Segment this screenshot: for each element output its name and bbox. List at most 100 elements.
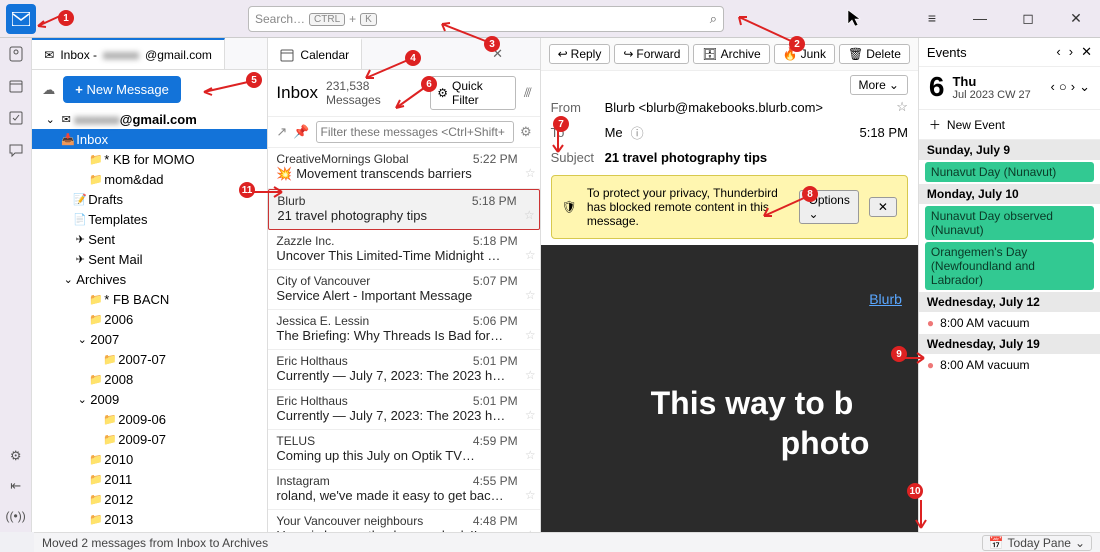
spaces-toolbar: ⚙ ⇤ ((•))	[0, 38, 32, 532]
tasks-icon[interactable]	[6, 108, 26, 128]
folder-2006[interactable]: 📁2006	[32, 309, 267, 329]
calendar-icon[interactable]	[6, 76, 26, 96]
contact-icon[interactable]: ⓘ	[631, 123, 644, 142]
date-today-icon[interactable]: ○	[1059, 79, 1067, 95]
archive-button[interactable]: 🗄 Archive	[693, 44, 769, 64]
folder-templates[interactable]: 📄Templates	[32, 209, 267, 229]
hamburger-icon[interactable]: ≡	[912, 4, 952, 32]
message-row[interactable]: TELUSComing up this July on Optik TV…4:5…	[268, 430, 539, 470]
event-item[interactable]: Orangemen's Day (Newfoundland and Labrad…	[925, 242, 1094, 290]
star-icon[interactable]: ☆	[525, 166, 536, 180]
star-icon[interactable]: ☆	[525, 448, 536, 462]
filter-settings-icon[interactable]: ⚙	[520, 124, 532, 140]
folder-2007-07[interactable]: 📁2007-07	[32, 349, 267, 369]
pin-icon[interactable]: 📌	[293, 124, 309, 140]
star-icon[interactable]: ☆	[525, 248, 536, 262]
display-options-icon[interactable]: ⫻	[524, 85, 532, 101]
folder-2009-07[interactable]: 📁2009-07	[32, 429, 267, 449]
date-expand-icon[interactable]: ⌄	[1079, 79, 1090, 95]
calendar-tab[interactable]: Calendar	[268, 38, 362, 69]
global-search[interactable]: Search… CTRL + K ⌕	[248, 6, 724, 32]
settings-icon[interactable]: ⚙	[6, 446, 26, 466]
event-item[interactable]: ● 8:00 AM vacuum	[919, 354, 1100, 376]
message-list[interactable]: CreativeMornings Global💥 Movement transc…	[268, 148, 539, 532]
folder-2007[interactable]: ⌄2007	[32, 329, 267, 349]
inbox-tab[interactable]: ✉ Inbox - xxxxxx @gmail.com	[32, 38, 225, 69]
star-icon[interactable]: ☆	[524, 208, 535, 222]
star-icon[interactable]: ☆	[525, 368, 536, 382]
today-pane-button[interactable]: 📅 Today Pane ⌄	[982, 535, 1092, 551]
search-icon[interactable]: ⌕	[710, 11, 717, 27]
star-icon[interactable]: ☆	[896, 99, 908, 115]
message-row[interactable]: CreativeMornings Global💥 Movement transc…	[268, 148, 539, 189]
star-icon[interactable]: ☆	[525, 288, 536, 302]
folder-2011[interactable]: 📁2011	[32, 469, 267, 489]
msg-time: 5:18 PM	[859, 125, 907, 140]
chevron-down-icon: ⌄	[1075, 536, 1085, 550]
message-row[interactable]: Eric HolthausCurrently — July 7, 2023: T…	[268, 350, 539, 390]
message-row[interactable]: Blurb21 travel photography tips5:18 PM☆	[268, 189, 539, 230]
body-heading-1: This way to b	[651, 385, 854, 422]
addressbook-icon[interactable]	[6, 44, 26, 64]
maximize-button[interactable]: ◻	[1008, 4, 1048, 32]
plus-icon: ＋	[929, 116, 941, 133]
filter-input[interactable]	[316, 121, 514, 143]
pickup-icon[interactable]: ↗	[276, 124, 287, 140]
new-message-button[interactable]: + New Message	[63, 76, 181, 103]
forward-button[interactable]: ↪ Forward	[614, 44, 689, 64]
star-icon[interactable]: ☆	[525, 328, 536, 342]
star-icon[interactable]: ☆	[525, 488, 536, 502]
date-prev-icon[interactable]: ‹	[1051, 79, 1055, 95]
folder-2010[interactable]: 📁2010	[32, 449, 267, 469]
app-mail-icon[interactable]	[6, 4, 36, 34]
reply-button[interactable]: ↩ Reply	[549, 44, 611, 64]
folder-inbox[interactable]: 📥Inbox	[32, 129, 267, 149]
chat-icon[interactable]	[6, 140, 26, 160]
collapse-icon[interactable]: ⇤	[6, 476, 26, 496]
folder--kb-for-momo[interactable]: 📁* KB for MOMO	[32, 149, 267, 169]
folder-2013[interactable]: 📁2013	[32, 509, 267, 529]
event-item[interactable]: Nunavut Day observed (Nunavut)	[925, 206, 1094, 240]
delete-button[interactable]: 🗑 Delete	[839, 44, 910, 64]
folder--fb-bacn[interactable]: 📁* FB BACN	[32, 289, 267, 309]
minimize-button[interactable]: —	[960, 4, 1000, 32]
event-item[interactable]: Nunavut Day (Nunavut)	[925, 162, 1094, 182]
folder-2009[interactable]: ⌄2009	[32, 389, 267, 409]
message-row[interactable]: Instagramroland, we've made it easy to g…	[268, 470, 539, 510]
folder-mom-dad[interactable]: 📁mom&dad	[32, 169, 267, 189]
event-day-header: Wednesday, July 12	[919, 292, 1100, 312]
quick-filter-button[interactable]: ⚙ Quick Filter	[430, 76, 516, 110]
folder-archives[interactable]: ⌄Archives	[32, 269, 267, 289]
from-value: Blurb <blurb@makebooks.blurb.com>	[605, 100, 823, 115]
message-row[interactable]: City of VancouverService Alert - Importa…	[268, 270, 539, 310]
folder-sent-mail[interactable]: ✈Sent Mail	[32, 249, 267, 269]
privacy-close-button[interactable]: ✕	[869, 197, 897, 217]
event-item[interactable]: ● 8:00 AM vacuum	[919, 312, 1100, 334]
events-prev-icon[interactable]: ‹	[1056, 44, 1060, 60]
folder-drafts[interactable]: 📝Drafts	[32, 189, 267, 209]
get-messages-icon[interactable]: ☁	[42, 82, 55, 98]
message-row[interactable]: Jessica E. LessinThe Briefing: Why Threa…	[268, 310, 539, 350]
folder-2008[interactable]: 📁2008	[32, 369, 267, 389]
events-list: Sunday, July 9Nunavut Day (Nunavut)Monda…	[919, 140, 1100, 376]
more-button[interactable]: More ⌄	[850, 75, 908, 95]
close-button[interactable]: ✕	[1056, 4, 1096, 32]
account-row[interactable]: ⌄ ✉ xxxxxxx @gmail.com	[32, 109, 267, 129]
body-heading-2: photo	[781, 425, 870, 462]
events-close-icon[interactable]: ✕	[1081, 44, 1092, 60]
folder-tree[interactable]: ⌄ ✉ xxxxxxx @gmail.com 📥Inbox📁* KB for M…	[32, 109, 267, 532]
blurb-link[interactable]: Blurb	[869, 291, 902, 307]
folder-sent[interactable]: ✈Sent	[32, 229, 267, 249]
message-row[interactable]: Zazzle Inc.Uncover This Limited-Time Mid…	[268, 230, 539, 270]
message-row[interactable]: Eric HolthausCurrently — July 7, 2023: T…	[268, 390, 539, 430]
message-row[interactable]: Your Vancouver neighboursHope is home - …	[268, 510, 539, 532]
folder-2009-06[interactable]: 📁2009-06	[32, 409, 267, 429]
date-next-icon[interactable]: ›	[1071, 79, 1075, 95]
events-next-icon[interactable]: ›	[1069, 44, 1073, 60]
account-icon: ✉	[58, 113, 74, 126]
sync-icon[interactable]: ((•))	[6, 506, 26, 526]
new-event-button[interactable]: ＋ New Event	[919, 110, 1100, 140]
star-icon[interactable]: ☆	[525, 408, 536, 422]
kbd-ctrl: CTRL	[309, 13, 345, 26]
folder-2012[interactable]: 📁2012	[32, 489, 267, 509]
